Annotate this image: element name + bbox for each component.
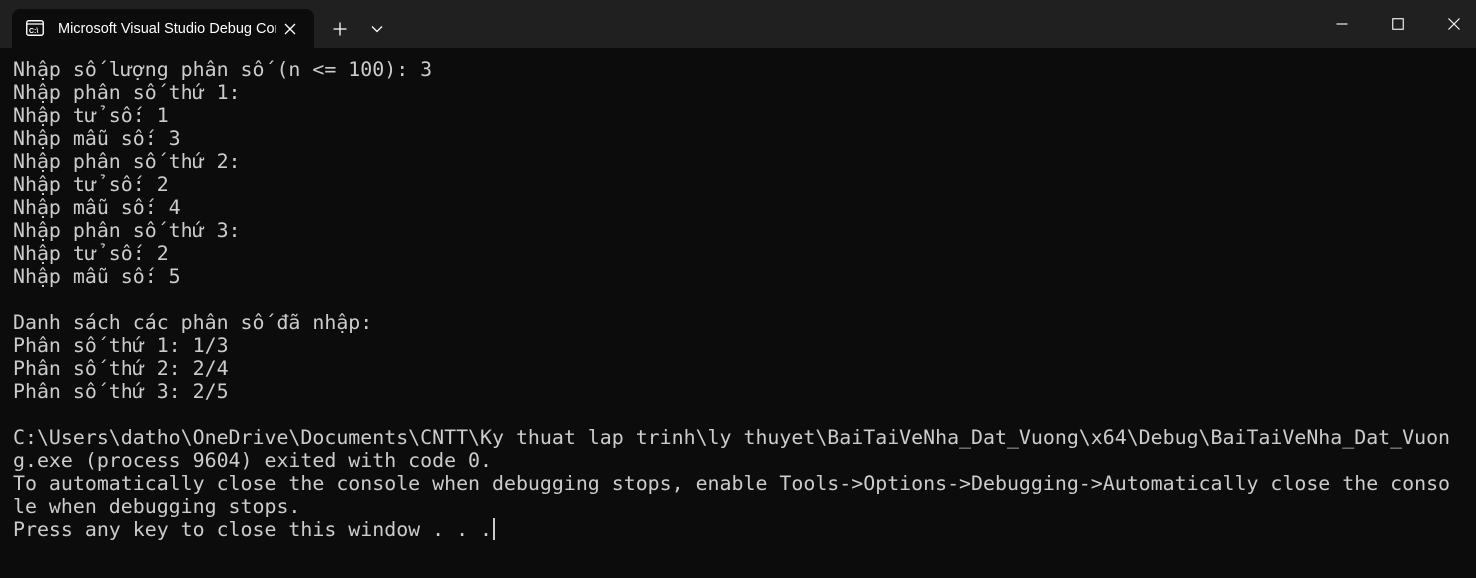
plus-icon	[333, 22, 347, 36]
text-cursor	[493, 518, 496, 540]
console-line: Nhập tử số: 1	[13, 104, 169, 127]
console-line: Nhập phân số thứ 2:	[13, 150, 241, 173]
console-line: Nhập phân số thứ 3:	[13, 219, 241, 242]
console-line: Phân số thứ 1: 1/3	[13, 334, 229, 357]
minimize-icon	[1336, 23, 1348, 25]
new-tab-button[interactable]	[324, 14, 356, 44]
console-line: Nhập tử số: 2	[13, 173, 169, 196]
minimize-button[interactable]	[1314, 0, 1370, 48]
tab-close-button[interactable]	[276, 15, 304, 43]
terminal-window: C:\ Microsoft Visual Studio Debug Consol…	[0, 0, 1476, 578]
close-button[interactable]	[1426, 0, 1476, 48]
maximize-button[interactable]	[1370, 0, 1426, 48]
console-icon: C:\	[26, 20, 44, 36]
maximize-icon	[1392, 18, 1404, 30]
svg-text:C:\: C:\	[29, 28, 38, 35]
chevron-down-icon	[371, 26, 383, 33]
console-line: le when debugging stops.	[13, 495, 301, 518]
console-line: Phân số thứ 2: 2/4	[13, 357, 229, 380]
console-line: Nhập mẫu số: 5	[13, 265, 181, 288]
console-line: Danh sách các phân số đã nhập:	[13, 311, 373, 334]
console-line: Nhập phân số thứ 1:	[13, 81, 241, 104]
console-line: Press any key to close this window . . .	[13, 518, 1463, 541]
title-bar[interactable]: C:\ Microsoft Visual Studio Debug Consol…	[0, 0, 1476, 48]
console-line: C:\Users\datho\OneDrive\Documents\CNTT\K…	[13, 426, 1451, 449]
console-line: Phân số thứ 3: 2/5	[13, 380, 229, 403]
tab-title: Microsoft Visual Studio Debug Console	[58, 21, 276, 37]
tab-dropdown-button[interactable]	[362, 14, 392, 44]
console-line: Nhập số lượng phân số (n <= 100): 3	[13, 58, 433, 81]
close-icon	[1448, 18, 1460, 30]
close-icon	[284, 23, 296, 35]
console-line: g.exe (process 9604) exited with code 0.	[13, 449, 493, 472]
console-line: Nhập mẫu số: 4	[13, 196, 181, 219]
console-line: To automatically close the console when …	[13, 472, 1451, 495]
console-line: Nhập tử số: 2	[13, 242, 169, 265]
console-line: Nhập mẫu số: 3	[13, 127, 181, 150]
console-output[interactable]: Nhập số lượng phân số (n <= 100): 3 Nhập …	[13, 58, 1463, 541]
tab-debug-console[interactable]: C:\ Microsoft Visual Studio Debug Consol…	[12, 9, 314, 48]
